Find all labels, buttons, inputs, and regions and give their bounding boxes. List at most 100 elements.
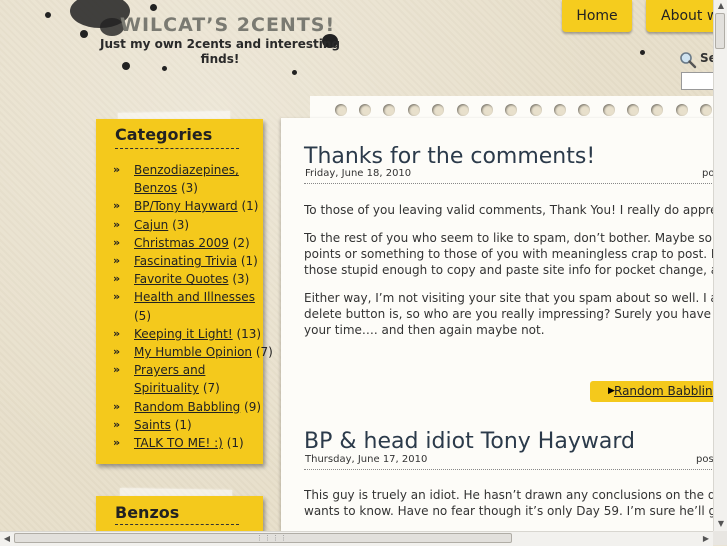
scroll-right-icon[interactable]: ▶ [700,533,712,545]
categories-title: Categories [115,125,213,144]
category-link[interactable]: Prayers and Spirituality [134,363,205,395]
text-line: those stupid enough to copy and paste si… [304,263,713,277]
category-link[interactable]: My Humble Opinion [134,345,252,359]
bullet-icon: » [113,272,121,286]
ink-splatter [80,30,88,38]
category-link[interactable]: Cajun [134,218,168,232]
text-line: This guy is truely an idiot. He hasn’t d… [304,488,713,502]
category-item: » TALK TO ME! :) (1) [113,434,273,452]
scroll-down-icon[interactable]: ▼ [715,518,727,530]
binder-hole [505,104,517,116]
category-link[interactable]: Favorite Quotes [134,272,229,286]
site-tagline: Just my own 2cents and interesting finds… [100,37,340,66]
benzos-widget: Benzos [96,496,263,531]
category-count: (7) [255,345,273,360]
bullet-icon: » [113,326,121,340]
category-count: (3) [172,217,190,232]
title-underline [115,148,239,149]
ink-splatter [150,4,157,11]
bullet-icon: » [113,254,121,268]
binder-hole [457,104,469,116]
post-title[interactable]: Thanks for the comments! [304,144,595,169]
post-title[interactable]: BP & head idiot Tony Hayward [304,429,635,454]
bullet-icon: » [113,345,121,359]
category-link[interactable]: Christmas 2009 [134,236,229,250]
category-item: » My Humble Opinion (7) [113,343,273,361]
category-item: » Benzodiazepines, Benzos (3) [113,161,273,197]
bullet-icon: » [113,417,121,431]
site-title[interactable]: WILCAT’S 2CENTS! [120,14,335,36]
category-count: (7) [202,381,220,396]
post-byline: po [702,168,713,179]
nav-tab-label: About wi [661,8,713,24]
category-item: » Fascinating Trivia (1) [113,252,273,270]
binder-hole [432,104,444,116]
text-line: To the rest of you who seem to like to s… [304,231,713,245]
binder-hole [383,104,395,116]
post-paragraph: To those of you leaving valid comments, … [304,202,713,218]
category-item: » Prayers and Spirituality (7) [113,361,273,397]
bullet-icon: » [113,217,121,231]
category-count: (1) [226,436,244,451]
category-item: » Favorite Quotes (3) [113,270,273,288]
search-label: Se [700,51,713,65]
post-category-link[interactable]: Random Babbling [614,381,713,402]
category-link[interactable]: Fascinating Trivia [134,254,237,268]
binder-hole [578,104,590,116]
category-item: » Keeping it Light! (13) [113,325,273,343]
post-paragraph: To the rest of you who seem to like to s… [304,230,713,278]
nav-tab-home[interactable]: Home [562,0,632,32]
post-paragraph: Either way, I’m not visiting your site t… [304,290,713,338]
scroll-left-icon[interactable]: ◀ [1,533,13,545]
bullet-icon: » [113,399,121,413]
category-count: (1) [174,417,192,432]
binder-hole [335,104,347,116]
title-underline [115,524,239,525]
text-line: points or something to those of you with… [304,247,713,261]
text-line: Either way, I’m not visiting your site t… [304,291,713,305]
search-icon[interactable] [679,51,697,73]
vertical-scrollbar[interactable]: ▲ ▼ [713,0,727,531]
binder-hole [530,104,542,116]
category-link[interactable]: Random Babbling [134,400,240,414]
bullet-icon: » [113,363,121,377]
binder-hole [627,104,639,116]
category-link[interactable]: Saints [134,418,171,432]
category-item: » Saints (1) [113,416,273,434]
category-count: (2) [232,235,250,250]
bullet-icon: » [113,290,121,304]
bullet-icon: » [113,199,121,213]
category-count: (9) [244,399,262,414]
ink-splatter [45,12,51,18]
category-count: (1) [240,254,258,269]
vertical-scroll-thumb[interactable] [715,13,725,49]
binder-hole [481,104,493,116]
post-paragraph: This guy is truely an idiot. He hasn’t d… [304,487,713,519]
scroll-up-icon[interactable]: ▲ [715,0,727,12]
binder-hole [700,104,712,116]
category-link[interactable]: TALK TO ME! :) [134,436,223,450]
category-count: (1) [241,199,259,214]
post-divider [304,183,713,184]
category-count: (3) [232,272,250,287]
search-input[interactable] [681,72,713,90]
category-item: » Health and Illnesses (5) [113,288,273,324]
categories-widget: Categories » Benzodiazepines, Benzos (3) … [96,119,273,464]
scroll-grip-icon: ⋮⋮⋮⋮ [256,534,288,542]
category-item: » Random Babbling (9) [113,398,273,416]
category-link[interactable]: Keeping it Light! [134,327,233,341]
post-date: Friday, June 18, 2010 [305,168,412,179]
bullet-icon: » [113,163,121,176]
binder-hole [603,104,615,116]
category-link[interactable]: BP/Tony Hayward [134,199,238,213]
nav-tab-about[interactable]: About wi [646,0,713,32]
category-count: (5) [134,308,151,323]
page-background: WILCAT’S 2CENTS! Just my own 2cents and … [0,0,713,531]
category-item: » BP/Tony Hayward (1) [113,197,273,215]
categories-list: » Benzodiazepines, Benzos (3) » BP/Tony Ha… [113,161,273,452]
binder-hole [359,104,371,116]
ink-splatter [640,50,645,55]
text-line: wants to know. Have no fear though it’s … [304,504,713,518]
category-link[interactable]: Health and Illnesses [134,290,255,304]
bullet-icon: » [113,235,121,249]
